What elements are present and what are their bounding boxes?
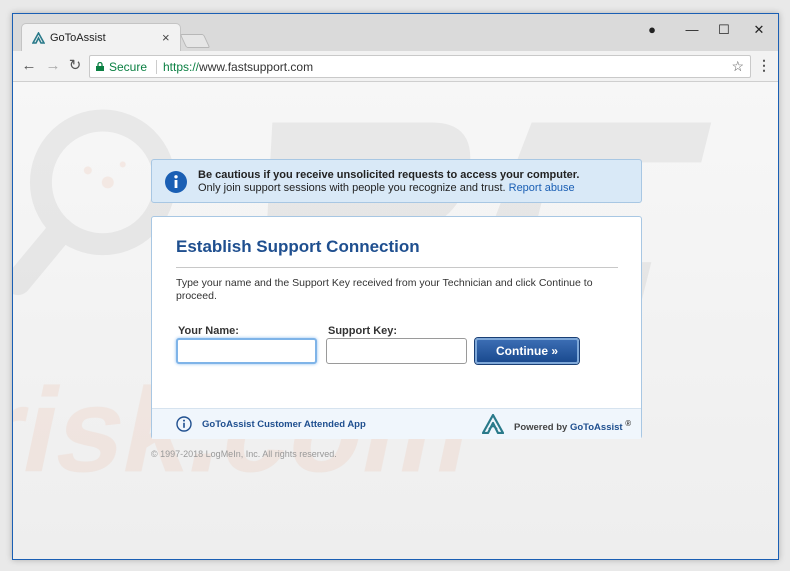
address-bar[interactable]: Secure https://www.fastsupport.com ☆ [89, 55, 751, 78]
lock-icon [96, 62, 104, 71]
instructions-text: Type your name and the Support Key recei… [176, 277, 593, 302]
profile-icon[interactable]: ● [637, 19, 667, 41]
brand-name: GoToAssist [569, 422, 623, 434]
warning-subtext: Only join support sessions with people y… [198, 182, 506, 194]
minimize-button[interactable]: — [677, 19, 707, 41]
panel-footer: GoToAssist Customer Attended App Powered… [152, 408, 641, 439]
info-icon [165, 171, 187, 193]
security-warning-banner: Be cautious if you receive unsolicited r… [151, 159, 642, 203]
gotoassist-logo-icon [482, 414, 504, 434]
omnibox-separator [156, 60, 157, 74]
warning-headline: Be cautious if you receive unsolicited r… [198, 169, 580, 181]
browser-toolbar: ← → ↻ Secure https://www.fastsupport.com… [13, 51, 778, 82]
attended-app-link[interactable]: GoToAssist Customer Attended App [202, 419, 366, 430]
reload-button[interactable]: ↻ [65, 56, 85, 76]
info-circle-icon[interactable] [176, 416, 192, 432]
gotoassist-favicon-icon [32, 32, 45, 44]
title-bar: GoToAssist × ● — ☐ ✕ [13, 14, 778, 52]
page-title: Establish Support Connection [176, 237, 420, 256]
powered-by-text: Powered by GoToAssist ® [514, 419, 631, 433]
copyright-text: © 1997-2018 LogMeIn, Inc. All rights res… [151, 449, 337, 459]
continue-button[interactable]: Continue » [475, 338, 579, 364]
support-connection-panel: Establish Support Connection Type your n… [151, 216, 642, 439]
url-protocol: https:// [163, 60, 200, 74]
close-window-button[interactable]: ✕ [744, 19, 774, 41]
page-content: risk.com Be cautious if you receive unso… [13, 82, 778, 559]
new-tab-button[interactable] [179, 34, 211, 48]
warning-text: Only join support sessions with people y… [198, 182, 575, 194]
report-abuse-link[interactable]: Report abuse [509, 182, 575, 194]
tab-close-icon[interactable]: × [162, 30, 170, 45]
url-host: www.fastsupport.com [199, 60, 314, 74]
browser-tab[interactable]: GoToAssist × [21, 23, 181, 52]
forward-button[interactable]: → [43, 56, 63, 76]
back-button[interactable]: ← [19, 56, 39, 76]
tab-title: GoToAssist [50, 32, 106, 44]
name-label: Your Name: [178, 325, 239, 337]
bookmark-star-icon[interactable]: ☆ [731, 58, 744, 75]
powered-by-label: Powered by [514, 422, 568, 434]
support-key-label: Support Key: [328, 325, 398, 337]
maximize-button[interactable]: ☐ [709, 19, 739, 41]
browser-menu-icon[interactable]: ⋮ [757, 57, 771, 74]
title-divider [176, 267, 618, 268]
secure-label: Secure [109, 60, 148, 74]
url-text[interactable]: https://www.fastsupport.com [163, 60, 313, 74]
name-input[interactable] [176, 338, 317, 364]
registered-mark: ® [625, 419, 632, 428]
browser-window: GoToAssist × ● — ☐ ✕ ← → ↻ Secure https:… [12, 13, 779, 560]
support-key-input[interactable] [326, 338, 467, 364]
